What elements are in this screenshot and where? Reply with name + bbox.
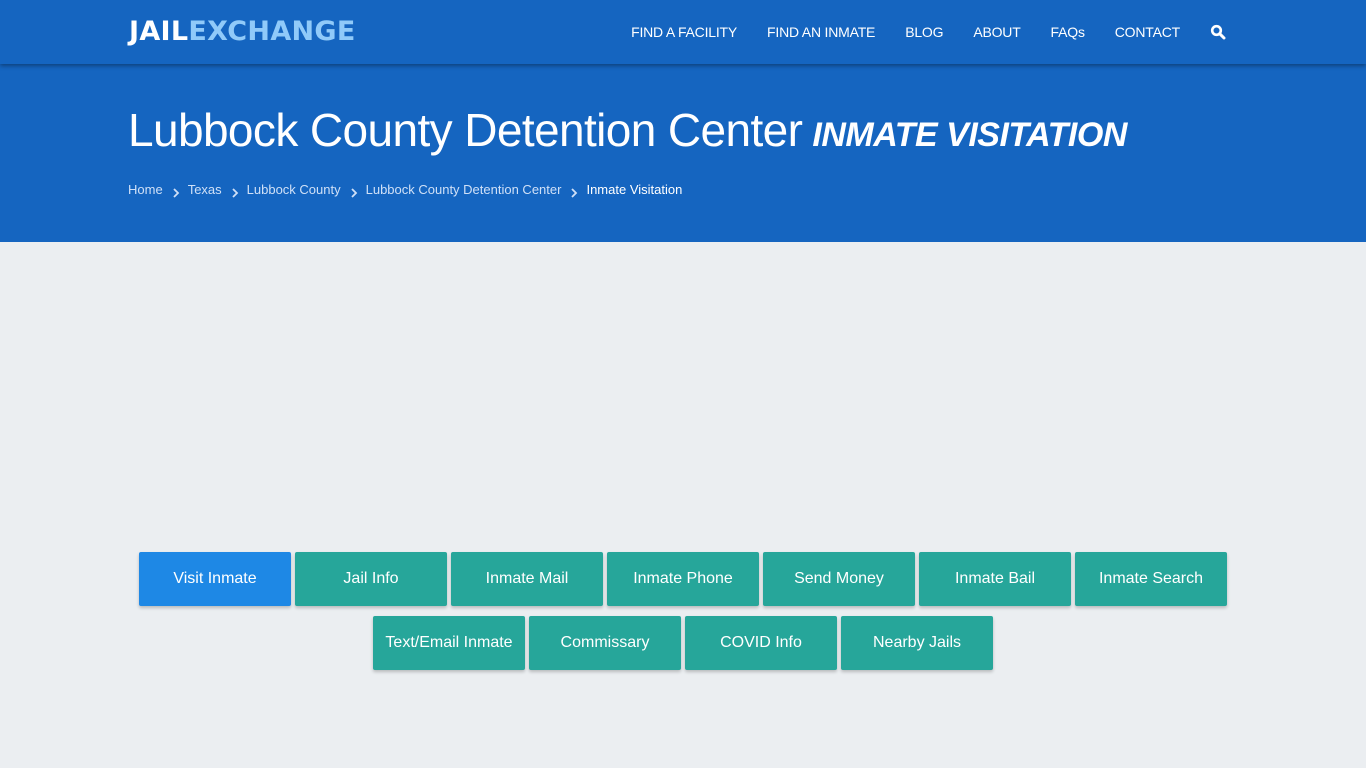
nav-contact[interactable]: CONTACT: [1115, 24, 1180, 40]
page-title: Lubbock County Detention Center INMATE VI…: [128, 102, 1127, 163]
covid-info-button[interactable]: COVID Info: [685, 616, 837, 670]
page-subtitle: INMATE VISITATION: [812, 116, 1127, 154]
facility-name: Lubbock County Detention Center: [128, 104, 803, 156]
chevron-right-icon: [350, 185, 358, 198]
chevron-right-icon: [570, 185, 578, 198]
chevron-right-icon: [231, 185, 239, 198]
nav-blog[interactable]: BLOG: [905, 24, 943, 40]
commissary-button[interactable]: Commissary: [529, 616, 681, 670]
logo-exchange-text: EXCHANGE: [188, 16, 356, 47]
nearby-jails-button[interactable]: Nearby Jails: [841, 616, 993, 670]
top-navbar: JAILEXCHANGE FIND A FACILITY FIND AN INM…: [0, 0, 1366, 64]
text-email-inmate-button[interactable]: Text/Email Inmate: [373, 616, 525, 670]
nav-faqs[interactable]: FAQs: [1051, 24, 1085, 40]
inmate-bail-button[interactable]: Inmate Bail: [919, 552, 1071, 606]
hero-banner: Lubbock County Detention Center INMATE VI…: [0, 64, 1366, 242]
breadcrumb-home[interactable]: Home: [128, 181, 163, 199]
breadcrumb-facility[interactable]: Lubbock County Detention Center: [366, 181, 562, 199]
nav-find-facility[interactable]: FIND A FACILITY: [631, 24, 737, 40]
logo-jail-text: JAIL: [129, 16, 189, 47]
site-logo[interactable]: JAILEXCHANGE: [129, 14, 356, 50]
visit-inmate-button[interactable]: Visit Inmate: [139, 552, 291, 606]
send-money-button[interactable]: Send Money: [763, 552, 915, 606]
main-nav: FIND A FACILITY FIND AN INMATE BLOG ABOU…: [631, 0, 1226, 64]
inmate-phone-button[interactable]: Inmate Phone: [607, 552, 759, 606]
chevron-right-icon: [172, 185, 180, 198]
breadcrumb-county[interactable]: Lubbock County: [247, 181, 341, 199]
inmate-search-button[interactable]: Inmate Search: [1075, 552, 1227, 606]
search-icon[interactable]: [1210, 24, 1226, 40]
nav-find-inmate[interactable]: FIND AN INMATE: [767, 24, 875, 40]
jail-info-button[interactable]: Jail Info: [295, 552, 447, 606]
nav-about[interactable]: ABOUT: [973, 24, 1020, 40]
breadcrumb-texas[interactable]: Texas: [188, 181, 222, 199]
breadcrumb-current: Inmate Visitation: [586, 182, 683, 197]
facility-service-buttons: Visit Inmate Jail Info Inmate Mail Inmat…: [137, 552, 1229, 670]
breadcrumb: Home Texas Lubbock County Lubbock County…: [128, 181, 682, 199]
inmate-mail-button[interactable]: Inmate Mail: [451, 552, 603, 606]
